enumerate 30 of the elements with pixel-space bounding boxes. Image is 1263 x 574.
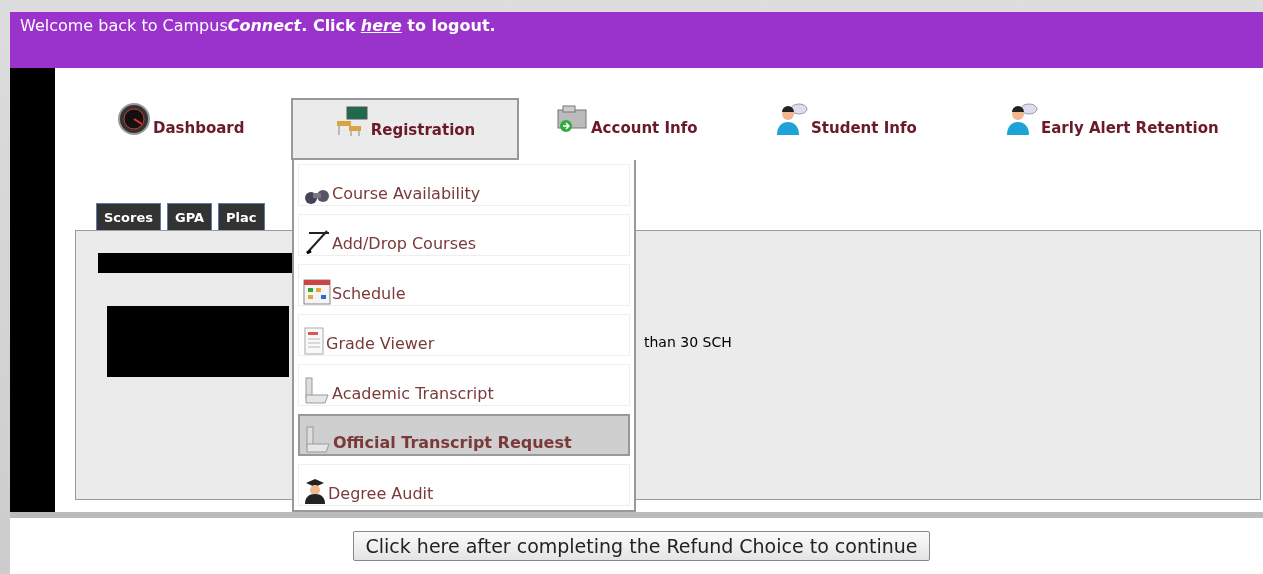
menu-item[interactable]: Add/Drop Courses <box>298 214 630 256</box>
classroom-icon <box>334 105 369 137</box>
tab[interactable]: Plac <box>218 203 265 230</box>
tab[interactable]: GPA <box>166 203 213 230</box>
nav-tab[interactable]: Account Info <box>543 98 763 160</box>
building-icon <box>555 104 589 134</box>
menu-item[interactable]: Schedule <box>298 264 630 306</box>
tab[interactable]: Scores <box>96 203 161 230</box>
user-chat-icon <box>1005 102 1039 136</box>
scanner-icon <box>304 426 332 454</box>
calendar-icon <box>303 279 331 305</box>
logout-link[interactable]: here <box>360 16 402 35</box>
menu-item[interactable]: Official Transcript Request <box>298 414 630 456</box>
nav-tab[interactable]: Early Alert Retention <box>993 98 1231 160</box>
menu-item[interactable]: Course Availability <box>298 164 630 206</box>
nav-tab[interactable]: Registration <box>291 98 519 160</box>
welcome-message: Welcome back to CampusConnect. Click here to logout. <box>20 16 497 35</box>
continue-button[interactable]: Click here after completing the Refund Choice to continue <box>352 531 931 561</box>
binoculars-icon <box>303 187 331 205</box>
scanner-icon <box>303 377 331 405</box>
menu-item[interactable]: Academic Transcript <box>298 364 630 406</box>
speedometer-icon <box>117 102 151 136</box>
nav-tab[interactable]: Dashboard <box>105 98 291 160</box>
nav-tab[interactable]: Student Info <box>763 98 993 160</box>
report-icon <box>303 327 325 355</box>
graduate-icon <box>303 477 327 505</box>
user-chat-icon <box>775 102 809 136</box>
menu-item[interactable]: Grade Viewer <box>298 314 630 356</box>
menu-item[interactable]: Degree Audit <box>298 464 630 506</box>
class-text: than 30 SCH <box>644 333 732 350</box>
